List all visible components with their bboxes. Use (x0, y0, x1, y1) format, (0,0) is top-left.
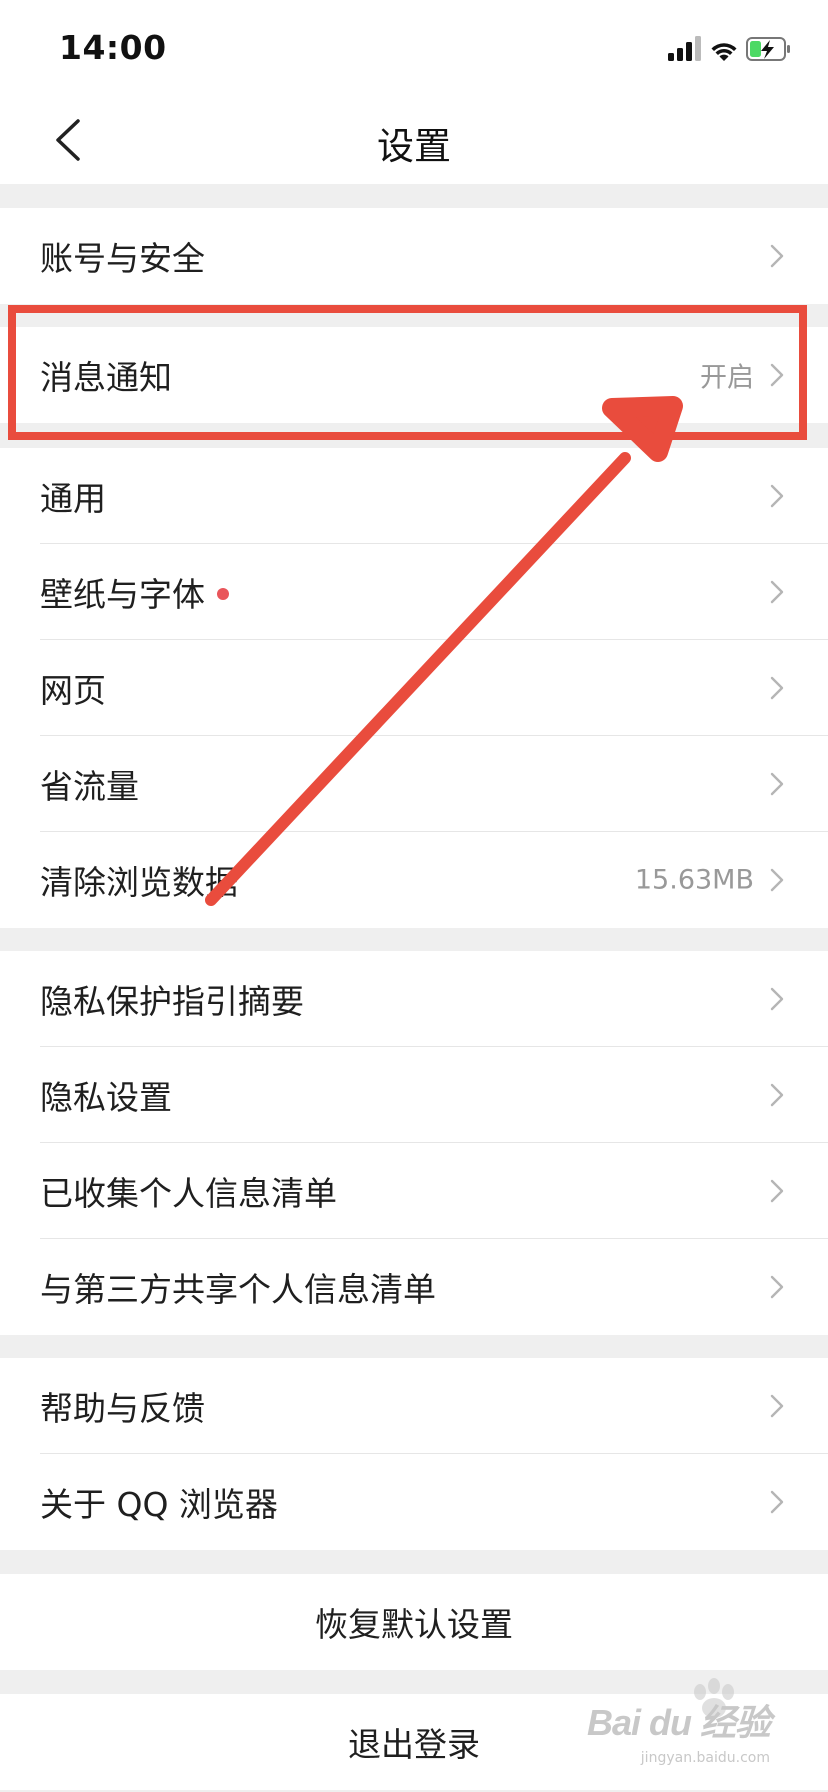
settings-item-label: 隐私设置 (40, 1078, 172, 1117)
chevron-right-icon (770, 1179, 784, 1203)
settings-item-webpage[interactable]: 网页 (0, 640, 828, 736)
settings-item-clear-browsing-data[interactable]: 清除浏览数据 15.63MB (0, 832, 828, 928)
settings-item-third-party-sharing-list[interactable]: 与第三方共享个人信息清单 (0, 1239, 828, 1335)
settings-item-data-saver[interactable]: 省流量 (0, 736, 828, 832)
notifications-status-value: 开启 (700, 362, 754, 394)
restore-defaults-button[interactable]: 恢复默认设置 (0, 1574, 828, 1670)
settings-item-label: 消息通知 (40, 358, 172, 397)
new-badge-dot (217, 587, 229, 600)
chevron-right-icon (770, 772, 784, 796)
settings-item-privacy-settings[interactable]: 隐私设置 (0, 1047, 828, 1143)
watermark-brand-text: Bai du (586, 1702, 692, 1743)
status-bar: 14:00 (0, 0, 828, 96)
restore-defaults-label: 恢复默认设置 (315, 1605, 513, 1644)
settings-item-label: 与第三方共享个人信息清单 (40, 1270, 436, 1309)
settings-item-account-security[interactable]: 账号与安全 (0, 208, 828, 304)
settings-item-about-qq-browser[interactable]: 关于 QQ 浏览器 (0, 1454, 828, 1550)
chevron-right-icon (770, 363, 784, 387)
settings-item-label-text: 壁纸与字体 (40, 575, 205, 614)
status-icons (668, 36, 790, 61)
settings-item-label: 网页 (40, 671, 106, 710)
settings-item-label: 关于 QQ 浏览器 (40, 1485, 278, 1524)
chevron-right-icon (770, 1490, 784, 1514)
watermark-brand: Bai du 经验 (586, 1694, 771, 1746)
settings-item-notifications[interactable]: 消息通知 开启 (0, 327, 828, 423)
settings-item-wallpaper-font[interactable]: 壁纸与字体 (0, 544, 828, 640)
chevron-right-icon (770, 1083, 784, 1107)
settings-item-label: 壁纸与字体 (40, 568, 229, 616)
settings-item-collected-info-list[interactable]: 已收集个人信息清单 (0, 1143, 828, 1239)
watermark-sub-brand: 经验 (699, 1702, 771, 1743)
settings-item-label: 隐私保护指引摘要 (40, 982, 304, 1021)
chevron-right-icon (770, 484, 784, 508)
chevron-right-icon (770, 987, 784, 1011)
status-time: 14:00 (59, 28, 167, 67)
chevron-right-icon (770, 1275, 784, 1299)
settings-item-general[interactable]: 通用 (0, 448, 828, 544)
watermark-domain: jingyan.baidu.com (640, 1750, 770, 1766)
chevron-right-icon (770, 868, 784, 892)
settings-group-notifications: 消息通知 开启 (0, 327, 828, 423)
nav-bar: 设置 (0, 96, 828, 184)
settings-item-label: 账号与安全 (40, 239, 205, 278)
cache-size-value: 15.63MB (634, 864, 754, 896)
settings-group-general: 通用 壁纸与字体 网页 省流量 清除浏览数据 15.63MB (0, 448, 828, 928)
settings-group-help: 帮助与反馈 关于 QQ 浏览器 (0, 1358, 828, 1550)
chevron-right-icon (770, 676, 784, 700)
battery-charging-icon (746, 37, 790, 61)
chevron-right-icon (770, 1394, 784, 1418)
settings-item-help-feedback[interactable]: 帮助与反馈 (0, 1358, 828, 1454)
chevron-right-icon (770, 580, 784, 604)
settings-item-label: 已收集个人信息清单 (40, 1174, 337, 1213)
settings-item-label: 帮助与反馈 (40, 1389, 205, 1428)
settings-item-label: 通用 (40, 479, 106, 518)
settings-group-privacy: 隐私保护指引摘要 隐私设置 已收集个人信息清单 与第三方共享个人信息清单 (0, 951, 828, 1335)
settings-item-label: 省流量 (40, 767, 139, 806)
signal-icon (668, 36, 701, 61)
page-title: 设置 (377, 125, 451, 168)
settings-item-privacy-guide-summary[interactable]: 隐私保护指引摘要 (0, 951, 828, 1047)
settings-item-label: 清除浏览数据 (40, 863, 238, 902)
wifi-icon (711, 43, 737, 61)
settings-group-account: 账号与安全 (0, 208, 828, 304)
chevron-right-icon (770, 244, 784, 268)
